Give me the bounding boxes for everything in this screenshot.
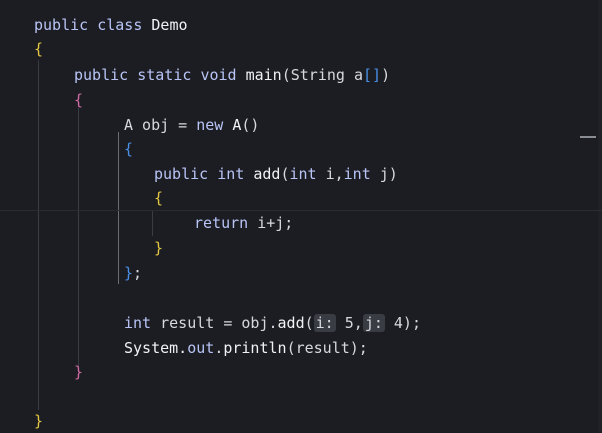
code-token: }	[74, 363, 84, 381]
code-line-4[interactable]: {	[74, 89, 83, 111]
code-token: i,	[325, 165, 344, 183]
code-token: }	[124, 264, 134, 282]
code-line-8[interactable]: {	[154, 187, 163, 209]
code-token: )	[381, 66, 391, 84]
code-token: public	[154, 165, 218, 183]
code-token: new	[196, 116, 233, 134]
code-token: A obj =	[124, 116, 197, 134]
code-token: j)	[379, 165, 398, 183]
minimap-marker	[580, 136, 596, 138]
code-token: add	[277, 314, 305, 332]
code-line-15[interactable]: }	[34, 410, 43, 432]
code-token: void	[200, 66, 246, 84]
code-token: static	[137, 66, 201, 84]
code-token: {	[154, 189, 164, 207]
code-token: result = obj.	[160, 314, 278, 332]
code-token: (String a	[281, 66, 363, 84]
code-token: System.	[124, 339, 188, 357]
code-token: i+j;	[257, 214, 294, 232]
code-line-1[interactable]: public class Demo	[34, 14, 188, 36]
code-token: public	[74, 66, 138, 84]
code-token: println	[223, 339, 287, 357]
code-token: []	[363, 66, 382, 84]
current-line-marker	[0, 210, 602, 211]
code-line-2[interactable]: {	[34, 38, 43, 60]
code-line-11[interactable]: };	[124, 262, 142, 284]
indent-guide	[152, 210, 153, 236]
code-token: ;	[133, 264, 143, 282]
code-token: 5,	[335, 314, 363, 332]
scrollbar[interactable]	[598, 0, 602, 433]
parameter-hint: i:	[313, 314, 336, 332]
code-token: (	[304, 314, 314, 332]
code-token: int	[289, 165, 326, 183]
code-editor[interactable]: public class Demo { public static void m…	[0, 0, 602, 433]
code-token: int	[124, 314, 161, 332]
code-line-6[interactable]: {	[124, 138, 133, 160]
code-token: add	[253, 165, 281, 183]
code-line-9[interactable]: return i+j;	[194, 212, 293, 234]
code-token: main	[245, 66, 282, 84]
code-token: int	[343, 165, 380, 183]
code-line-7[interactable]: public int add(int i,int j)	[154, 163, 398, 185]
code-line-14[interactable]: }	[74, 361, 83, 383]
code-line-12[interactable]: int result = obj.add(i: 5, j: 4);	[124, 312, 421, 334]
indent-guide	[78, 108, 79, 368]
code-token: 4);	[384, 314, 421, 332]
code-token: public	[34, 16, 98, 34]
parameter-hint: j:	[362, 314, 385, 332]
code-line-13[interactable]: System.out.println(result);	[124, 337, 368, 359]
code-token: }	[154, 239, 164, 257]
code-line-5[interactable]: A obj = new A()	[124, 114, 259, 136]
code-token: Demo	[151, 16, 188, 34]
code-line-10[interactable]: }	[154, 237, 163, 259]
code-token: }	[34, 412, 44, 430]
code-token: .	[214, 339, 224, 357]
indent-guide	[38, 60, 39, 410]
indent-guide-active	[118, 132, 119, 284]
code-token: return	[194, 214, 258, 232]
code-token: {	[124, 140, 134, 158]
code-token: (result);	[286, 339, 368, 357]
code-token: {	[34, 40, 44, 58]
code-token: int	[217, 165, 254, 183]
code-token: ()	[241, 116, 260, 134]
code-token: class	[97, 16, 152, 34]
code-line-3[interactable]: public static void main(String a[])	[74, 64, 390, 86]
code-token: {	[74, 91, 84, 109]
code-token: out	[187, 339, 215, 357]
